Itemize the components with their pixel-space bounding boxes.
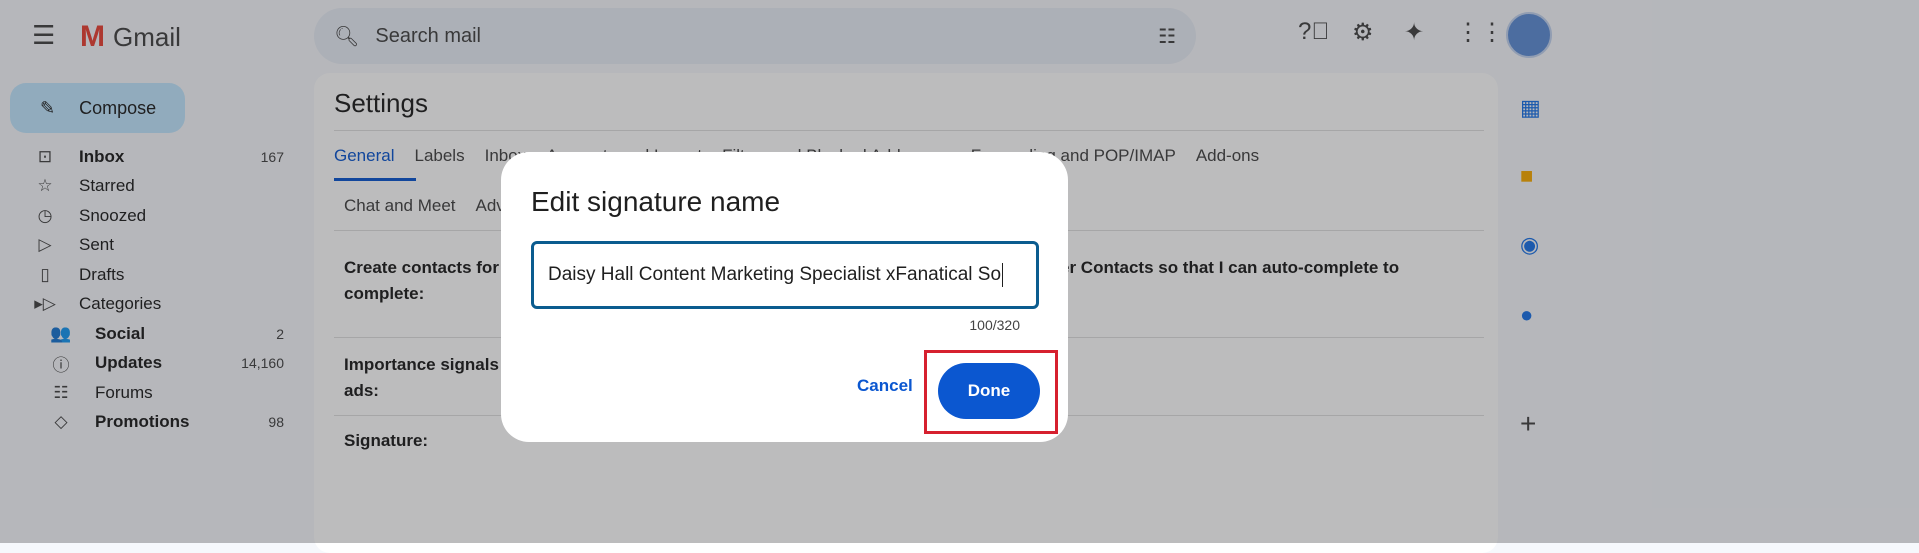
signature-name-input[interactable]: Daisy Hall Content Marketing Specialist … [531, 241, 1039, 309]
edit-signature-name-dialog: Edit signature name Daisy Hall Content M… [501, 152, 1068, 442]
character-counter: 100/320 [969, 317, 1020, 333]
dialog-title: Edit signature name [531, 186, 781, 217]
done-button[interactable]: Done [938, 363, 1040, 419]
cancel-button[interactable]: Cancel [857, 376, 913, 396]
